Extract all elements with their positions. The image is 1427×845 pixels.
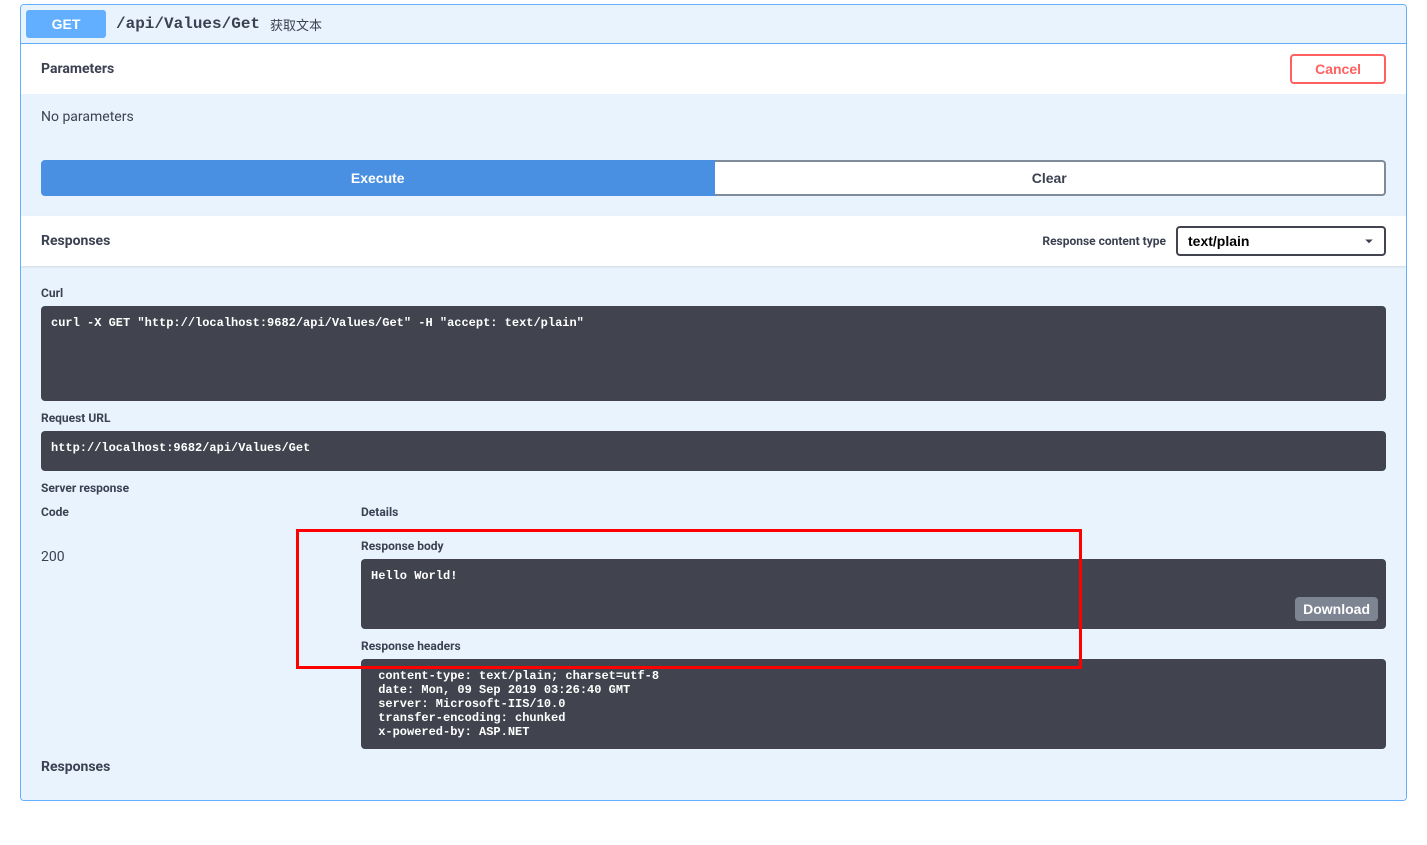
response-table-header: Code Details [41, 505, 1386, 529]
execute-wrapper: Execute Clear [21, 140, 1406, 216]
parameters-title: Parameters [41, 61, 1290, 77]
content-type-select[interactable]: text/plain [1176, 226, 1386, 256]
response-status-code: 200 [41, 539, 361, 749]
download-button[interactable]: Download [1295, 597, 1378, 621]
http-method-badge: GET [26, 10, 106, 38]
responses-inner: Curl curl -X GET "http://localhost:9682/… [21, 266, 1406, 800]
curl-label: Curl [41, 286, 1386, 300]
content-type-label: Response content type [1042, 234, 1166, 248]
operation-body: No parameters Execute Clear Responses Re… [21, 94, 1406, 800]
operation-summary[interactable]: GET /api/Values/Get 获取文本 [21, 5, 1406, 44]
parameters-header: Parameters Cancel [21, 44, 1406, 94]
responses-header: Responses Response content type text/pla… [21, 216, 1406, 266]
details-column-header: Details [361, 505, 1386, 519]
curl-command[interactable]: curl -X GET "http://localhost:9682/api/V… [41, 306, 1386, 401]
response-body-wrapper: Hello World! Download [361, 559, 1386, 629]
response-body-value[interactable]: Hello World! [361, 559, 1386, 629]
api-path: /api/Values/Get [106, 15, 270, 33]
response-body-label: Response body [361, 539, 1386, 553]
execute-button[interactable]: Execute [41, 160, 715, 196]
server-response-label: Server response [41, 481, 1386, 495]
clear-button[interactable]: Clear [715, 160, 1387, 196]
cancel-button[interactable]: Cancel [1290, 54, 1386, 84]
response-details: Response body Hello World! Download Resp… [361, 539, 1386, 749]
api-description: 获取文本 [270, 15, 322, 34]
code-column-header: Code [41, 505, 361, 519]
request-url-label: Request URL [41, 411, 1386, 425]
request-url-value[interactable]: http://localhost:9682/api/Values/Get [41, 431, 1386, 471]
response-headers-value[interactable]: content-type: text/plain; charset=utf-8 … [361, 659, 1386, 749]
responses-bottom-label: Responses [41, 759, 1386, 780]
content-type-wrapper: Response content type text/plain [1042, 226, 1386, 256]
response-table: Code Details 200 Response body Hello Wor… [41, 505, 1386, 759]
response-row: 200 Response body Hello World! Download … [41, 529, 1386, 759]
response-headers-label: Response headers [361, 639, 1386, 653]
responses-title: Responses [41, 233, 1042, 249]
operation-block: GET /api/Values/Get 获取文本 Parameters Canc… [20, 4, 1407, 801]
no-parameters-text: No parameters [21, 94, 1406, 140]
